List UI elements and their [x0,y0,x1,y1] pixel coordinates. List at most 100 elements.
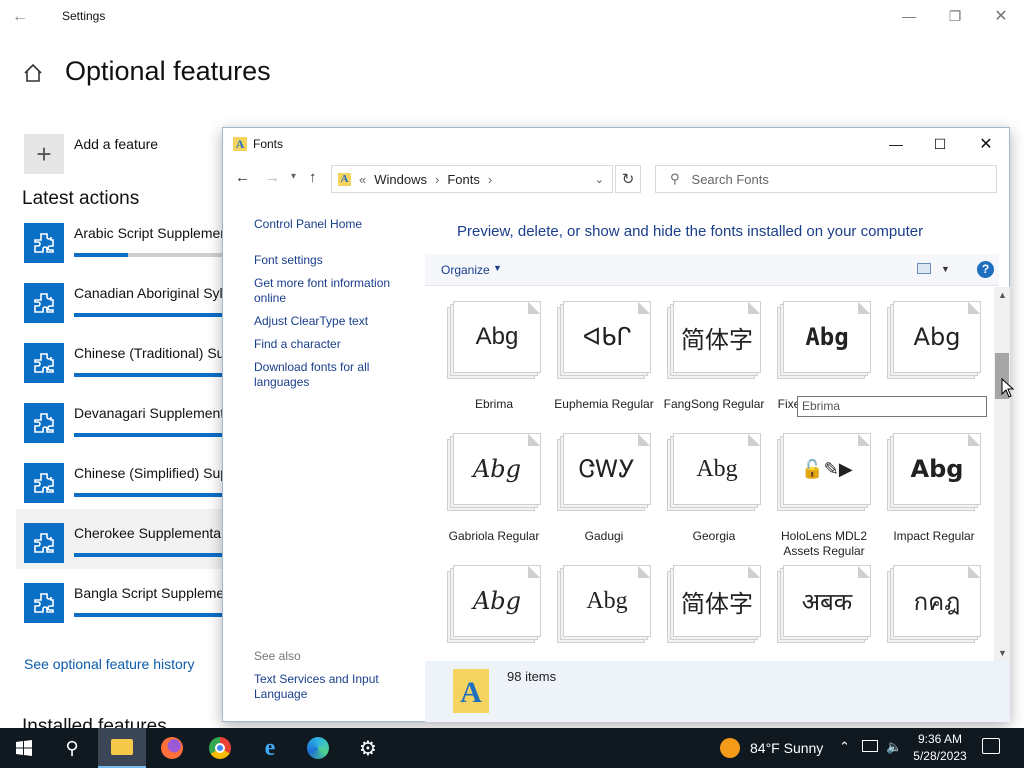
cleartype-link[interactable]: Adjust ClearType text [254,314,414,329]
breadcrumb-separator-icon[interactable]: › [488,172,492,187]
font-tile[interactable]: ᐊᑲᒋ Euphemia Regular [549,301,659,426]
page-fold [858,434,870,446]
page-sheet-front: Abg [893,301,981,373]
minimize-button[interactable]: — [886,0,932,32]
start-button[interactable] [0,728,48,768]
progress-fill [74,493,234,497]
breadcrumb-fonts[interactable]: Fonts [447,172,480,187]
font-tile[interactable]: กคฎLeelawadee UI [879,565,989,661]
font-tile[interactable]: ᏣᎳᎩ Gadugi [549,433,659,558]
progress-bar [74,613,234,617]
organize-chevron-icon[interactable]: ▼ [493,263,502,273]
back-arrow-icon[interactable]: ← [12,8,36,26]
control-panel-home-link[interactable]: Control Panel Home [254,217,414,232]
nav-up-icon[interactable]: ↑ [309,169,317,186]
font-tile[interactable]: Abg Ebrima [439,301,549,426]
font-sample: Abg [910,455,964,483]
font-tile[interactable]: 简体字KaiTi Regular [659,565,769,661]
search-taskbar-icon[interactable]: ⚲ [48,728,96,768]
nav-forward-icon[interactable]: → [265,169,280,186]
latest-action-item[interactable]: Bangla Script Supplemental Fonts [16,569,236,629]
search-icon: ⚲ [670,171,680,186]
clock-date[interactable]: 5/28/2023 [908,749,972,763]
font-preview: Abg [447,301,541,379]
network-icon[interactable] [862,740,878,752]
recent-dropdown-icon[interactable]: ▾ [291,171,296,182]
font-preview: Abg [557,565,651,643]
fonts-minimize-button[interactable]: — [873,128,919,160]
page-sheet-front: Abg [783,301,871,373]
latest-action-item[interactable]: Chinese (Simplified) Supplemental Fonts [16,449,236,509]
internet-explorer-icon[interactable]: e [246,728,294,768]
breadcrumb-separator-icon[interactable]: › [435,172,439,187]
page-sheet-front: กคฎ [893,565,981,637]
help-icon[interactable]: ? [977,261,994,278]
font-tile[interactable]: AbgJavanese Text [549,565,659,661]
font-tile[interactable]: Abg Impact Regular [879,433,989,558]
font-tile[interactable]: अबकKokila [769,565,879,661]
nav-back-icon[interactable]: ← [235,169,250,186]
font-tile[interactable]: Abg Gabriola Regular [439,433,549,558]
vertical-scrollbar[interactable]: ▲ ▼ [994,287,1010,661]
address-bar[interactable]: A « Windows › Fonts › ⌄ [331,165,613,193]
clock-time[interactable]: 9:36 AM [912,732,968,746]
tray-chevron-icon[interactable]: ⌃ [839,739,850,755]
fonts-large-icon: A [453,669,489,713]
page-sheet-front: ᏣᎳᎩ [563,433,651,505]
font-tile[interactable]: AbgInk Free Regular [439,565,549,661]
chevron-overflow-icon[interactable]: « [359,172,366,187]
latest-action-item[interactable]: Chinese (Traditional) Supplemental Fonts [16,329,236,389]
home-icon[interactable] [22,62,46,84]
font-sample: Abg [696,455,738,482]
latest-action-item[interactable]: Canadian Aboriginal Syllabics Supplement… [16,269,236,329]
latest-action-item[interactable]: Arabic Script Supplemental Fonts [16,209,236,269]
maximize-button[interactable]: ❐ [932,0,978,32]
progress-bar [74,433,234,437]
notifications-icon[interactable] [982,738,1000,754]
chrome-icon[interactable] [196,728,244,768]
scroll-down-icon[interactable]: ▼ [998,648,1007,658]
settings-gear-icon[interactable]: ⚙ [344,728,392,768]
font-name: HoloLens MDL2 Assets Regular [780,529,868,558]
page-fold [748,434,760,446]
puzzle-piece-icon [24,583,64,623]
close-button[interactable]: ✕ [978,0,1024,32]
font-tile[interactable]: 简体字 FangSong Regular [659,301,769,426]
latest-actions-heading: Latest actions [22,188,140,209]
page-fold [638,434,650,446]
breadcrumb-windows[interactable]: Windows [374,172,427,187]
scroll-up-icon[interactable]: ▲ [998,290,1007,300]
text-services-link[interactable]: Text Services and Input Language [254,672,414,702]
view-icon[interactable] [917,263,931,274]
weather-sun-icon[interactable] [720,738,740,758]
font-sample: กคฎ [913,587,961,616]
add-feature-button[interactable]: Add a feature [74,136,158,152]
font-preview: ᐊᑲᒋ [557,301,651,379]
firefox-icon[interactable] [148,728,196,768]
volume-muted-icon[interactable]: 🔈 [886,739,902,755]
puzzle-piece-icon [24,283,64,323]
font-preview: Abg [447,565,541,643]
page-fold [858,302,870,314]
add-feature-plus-icon[interactable]: + [24,134,64,174]
font-settings-link[interactable]: Font settings [254,253,414,268]
find-character-link[interactable]: Find a character [254,337,414,352]
refresh-icon[interactable]: ↻ [615,165,641,193]
font-tile[interactable]: 🔓✎▶ HoloLens MDL2 Assets Regular [769,433,879,558]
latest-action-item[interactable]: Devanagari Supplemental Fonts [16,389,236,449]
font-tile[interactable]: Abg Georgia [659,433,769,558]
address-dropdown-icon[interactable]: ⌄ [595,173,604,186]
organize-button[interactable]: Organize [441,263,490,277]
fonts-maximize-button[interactable]: ☐ [917,128,963,160]
weather-text[interactable]: 84°F Sunny [750,740,823,756]
history-link[interactable]: See optional feature history [24,656,194,672]
view-dropdown-icon[interactable]: ▼ [941,264,950,274]
more-font-info-link[interactable]: Get more font information online [254,276,414,306]
file-explorer-icon[interactable] [98,728,146,768]
latest-action-item[interactable]: Cherokee Supplemental Fonts [16,509,236,569]
fonts-close-button[interactable]: ✕ [963,128,1009,160]
search-input[interactable]: ⚲ Search Fonts [655,165,997,193]
page-sheet-front: 🔓✎▶ [783,433,871,505]
download-fonts-link[interactable]: Download fonts for all languages [254,360,414,390]
edge-icon[interactable] [294,728,342,768]
